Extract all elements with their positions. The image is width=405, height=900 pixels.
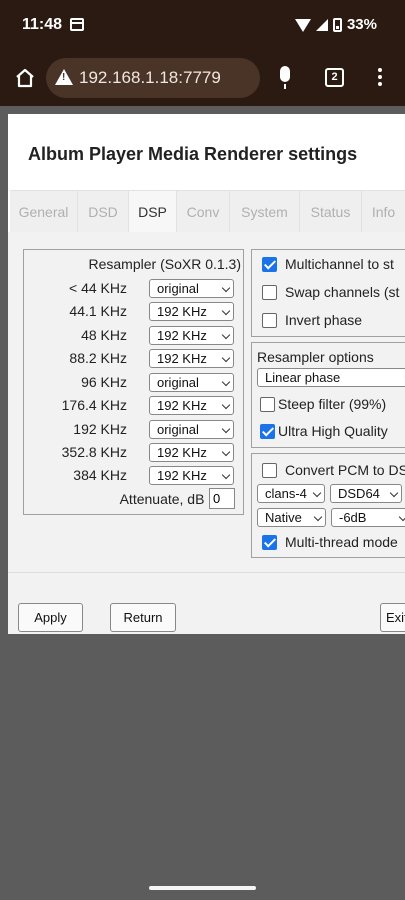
status-bar: 11:48 33% <box>0 0 405 50</box>
steep-filter-checkbox[interactable] <box>260 396 275 412</box>
rate-label: 352.8 KHz <box>61 444 127 460</box>
tab-conv[interactable]: Conv <box>177 191 230 233</box>
rate-select[interactable]: original <box>149 279 234 298</box>
multi-thread-option[interactable]: Multi-thread mode <box>262 532 398 552</box>
channel-options-panel: Multichannel to st Swap channels (st Inv… <box>251 249 405 337</box>
rate-select[interactable]: 192 KHz <box>149 349 234 368</box>
resampler-row: 96 KHz original <box>24 372 245 395</box>
resampler-options-title: Resampler options <box>257 349 374 365</box>
battery-percent: 33% <box>346 16 377 33</box>
settings-tabs: General DSD DSP Conv System Status Info <box>10 190 405 233</box>
settings-dialog: Album Player Media Renderer settings Gen… <box>8 114 405 634</box>
rate-select[interactable]: 192 KHz <box>149 326 234 345</box>
invert-phase-checkbox[interactable] <box>262 312 277 328</box>
return-button[interactable]: Return <box>110 603 176 632</box>
rate-label: < 44 KHz <box>69 280 127 296</box>
microphone-icon[interactable] <box>280 66 290 89</box>
tab-info[interactable]: Info <box>362 191 405 233</box>
resampler-row: 352.8 KHz 192 KHz <box>24 442 245 465</box>
modulator-select[interactable]: clans-4 <box>257 484 325 503</box>
resampler-title: Resampler (SoXR 0.1.3) <box>88 256 241 272</box>
resampler-row: 192 KHz original <box>24 419 245 442</box>
rate-label: 88.2 KHz <box>69 350 127 366</box>
rate-label: 48 KHz <box>81 327 127 343</box>
web-page: Album Player Media Renderer settings Gen… <box>0 106 405 900</box>
resampler-row: 48 KHz 192 KHz <box>24 325 245 348</box>
multichannel-label: Multichannel to st <box>285 256 394 272</box>
steep-filter-label: Steep filter (99%) <box>278 396 387 412</box>
ultra-high-quality-checkbox[interactable] <box>260 423 275 439</box>
not-secure-warning-icon[interactable] <box>55 69 73 85</box>
multichannel-option[interactable]: Multichannel to st <box>262 254 394 274</box>
invert-phase-label: Invert phase <box>285 312 363 328</box>
browser-toolbar: 192.168.1.18:7779 2 <box>0 50 405 106</box>
rate-select[interactable]: 192 KHz <box>149 302 234 321</box>
rate-select[interactable]: 192 KHz <box>149 396 234 415</box>
wifi-icon <box>294 19 311 32</box>
phase-select[interactable]: Linear phase <box>257 368 405 387</box>
multi-thread-label: Multi-thread mode <box>285 534 398 550</box>
dsd-rate-select[interactable]: DSD64 <box>330 484 402 503</box>
dsp-tab-content: Resampler (SoXR 0.1.3) < 44 KHz original… <box>8 232 405 572</box>
swap-channels-checkbox[interactable] <box>262 284 277 300</box>
convert-pcm-label: Convert PCM to DS <box>285 462 405 478</box>
resampler-row: < 44 KHz original <box>24 278 245 301</box>
dialog-title: Album Player Media Renderer settings <box>28 144 358 164</box>
multichannel-checkbox[interactable] <box>262 256 277 272</box>
resampler-row: 384 KHz 192 KHz <box>24 465 245 488</box>
address-bar[interactable]: 192.168.1.18:7779 <box>46 58 260 98</box>
resampler-options-panel: Resampler options Linear phase Steep fil… <box>251 342 405 448</box>
rate-select[interactable]: original <box>149 373 234 392</box>
pcm-to-dsd-panel: Convert PCM to DS clans-4 DSD64 Native -… <box>251 453 405 558</box>
invert-phase-option[interactable]: Invert phase <box>262 310 362 330</box>
rate-select[interactable]: 192 KHz <box>149 466 234 485</box>
resampler-row: 88.2 KHz 192 KHz <box>24 348 245 371</box>
gesture-navigation-bar[interactable] <box>149 886 256 890</box>
tab-general[interactable]: General <box>10 191 78 233</box>
rate-select[interactable]: original <box>149 420 234 439</box>
convert-pcm-checkbox[interactable] <box>262 462 277 478</box>
resampler-row: 176.4 KHz 192 KHz <box>24 395 245 418</box>
rate-label: 176.4 KHz <box>61 397 127 413</box>
status-time: 11:48 <box>22 16 63 33</box>
home-icon[interactable] <box>14 67 36 89</box>
exit-button[interactable]: Exit <box>380 603 405 632</box>
resampler-box: Resampler (SoXR 0.1.3) < 44 KHz original… <box>23 249 244 515</box>
apply-button[interactable]: Apply <box>18 603 83 632</box>
status-indicators: 33% <box>294 16 377 33</box>
ultra-high-quality-option[interactable]: Ultra High Quality <box>260 421 388 441</box>
attenuate-input[interactable]: 0 <box>209 488 235 509</box>
signal-icon <box>315 18 328 31</box>
resampler-row: 44.1 KHz 192 KHz <box>24 301 245 324</box>
ultra-high-quality-label: Ultra High Quality <box>278 423 388 439</box>
more-menu-icon[interactable] <box>378 68 382 88</box>
battery-icon <box>332 17 342 32</box>
rate-label: 44.1 KHz <box>69 303 127 319</box>
tab-system[interactable]: System <box>230 191 300 233</box>
tab-dsd[interactable]: DSD <box>78 191 129 233</box>
url-text[interactable]: 192.168.1.18:7779 <box>79 68 221 88</box>
rate-label: 384 KHz <box>73 467 127 483</box>
swap-channels-label: Swap channels (st <box>285 284 400 300</box>
rate-label: 192 KHz <box>73 421 127 437</box>
calendar-icon <box>70 18 84 31</box>
mode-select[interactable]: Native <box>257 508 326 527</box>
steep-filter-option[interactable]: Steep filter (99%) <box>260 394 386 414</box>
tab-switcher-button[interactable]: 2 <box>325 68 344 87</box>
button-bar: Apply Return Exit <box>8 572 405 634</box>
multi-thread-checkbox[interactable] <box>262 534 277 550</box>
gain-select[interactable]: -6dB <box>331 508 405 527</box>
tab-status[interactable]: Status <box>300 191 362 233</box>
convert-pcm-option[interactable]: Convert PCM to DS <box>262 460 405 480</box>
tab-dsp[interactable]: DSP <box>129 191 177 233</box>
attenuate-label: Attenuate, dB - <box>119 491 213 507</box>
swap-channels-option[interactable]: Swap channels (st <box>262 282 399 302</box>
rate-label: 96 KHz <box>81 374 127 390</box>
rate-select[interactable]: 192 KHz <box>149 443 234 462</box>
